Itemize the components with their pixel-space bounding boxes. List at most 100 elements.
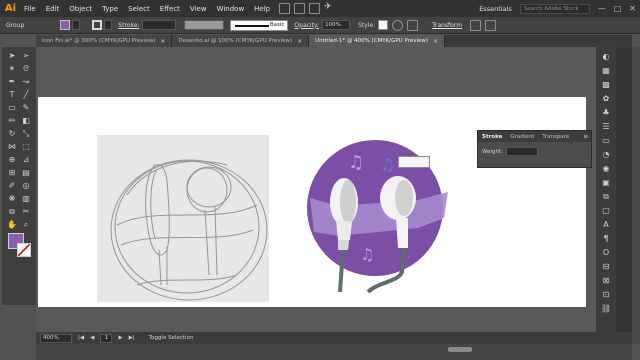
swatches-icon[interactable]: ▩ <box>600 80 612 90</box>
layers-icon[interactable]: ⧉ <box>600 192 612 202</box>
hand-icon[interactable]: ✋ <box>6 220 18 230</box>
artboards-icon[interactable]: ▢ <box>600 206 612 216</box>
prev-artboard-icon[interactable]: ◀ <box>90 335 94 341</box>
rectangle-icon[interactable]: ▭ <box>6 103 18 113</box>
variable-width-profile[interactable] <box>184 20 225 30</box>
graphic-style-swatch[interactable] <box>378 20 389 30</box>
paragraph-icon[interactable]: ¶ <box>600 234 612 244</box>
workspace-switcher[interactable]: Essentials <box>479 5 512 13</box>
selection-icon[interactable]: ➤ <box>6 51 18 61</box>
mesh-icon[interactable]: ⊞ <box>6 168 18 178</box>
menu-type[interactable]: Type <box>97 5 123 13</box>
menu-edit[interactable]: Edit <box>41 5 65 13</box>
zoom-icon[interactable]: ⌕ <box>20 220 32 230</box>
recolor-artwork-icon[interactable] <box>392 19 404 31</box>
pencil-icon[interactable]: ✏ <box>6 116 18 126</box>
last-artboard-icon[interactable]: ▶| <box>129 335 135 341</box>
zoom-level-input[interactable]: 400% <box>40 333 72 343</box>
headphones-icon-artwork[interactable]: ♫ ♫ ♫ <box>298 140 458 296</box>
next-artboard-icon[interactable]: ▶ <box>118 335 122 341</box>
stock-search-input[interactable]: Search Adobe Stock <box>519 3 590 14</box>
gradient-panel-icon[interactable]: ▭ <box>600 136 612 146</box>
menu-object[interactable]: Object <box>64 5 97 13</box>
symbols-icon[interactable]: ♣ <box>600 108 612 118</box>
color-guide-icon[interactable]: ▦ <box>600 66 612 76</box>
panel-menu-icon[interactable] <box>485 19 497 31</box>
stroke-icon[interactable]: ☰ <box>600 122 612 132</box>
appearance-icon[interactable]: ◉ <box>600 164 612 174</box>
artboard-icon[interactable]: ⧉ <box>6 207 18 217</box>
blend-icon[interactable]: ◎ <box>20 181 32 191</box>
transform-panel-icon[interactable]: ⊡ <box>600 290 612 300</box>
tab-transparency[interactable]: Transpare <box>538 134 573 140</box>
menu-effect[interactable]: Effect <box>155 5 185 13</box>
menu-window[interactable]: Window <box>212 5 250 13</box>
bridge-icon[interactable] <box>279 3 291 14</box>
close-button[interactable]: ✕ <box>629 4 636 13</box>
graphic-styles-icon[interactable]: ▣ <box>600 178 612 188</box>
tab-desenho[interactable]: Desenho.ai @ 100% (CMYK/GPU Preview) × <box>172 35 310 47</box>
panel-menu-icon[interactable]: ≡ <box>583 134 591 140</box>
menu-help[interactable]: Help <box>249 5 275 13</box>
shape-builder-icon[interactable]: ⊕ <box>6 155 18 165</box>
curvature-icon[interactable]: ↝ <box>20 77 32 87</box>
pen-icon[interactable]: ✒ <box>6 77 18 87</box>
gradient-icon[interactable]: ▤ <box>20 168 32 178</box>
maximize-button[interactable]: □ <box>614 4 622 13</box>
opacity-input[interactable]: 100% <box>322 20 351 30</box>
fill-dropdown[interactable] <box>72 20 81 30</box>
tab-close-icon[interactable]: × <box>433 38 438 45</box>
direct-selection-icon[interactable]: ➢ <box>20 51 32 61</box>
artboard-number-input[interactable]: 1 <box>100 333 113 343</box>
graph-icon[interactable]: ▥ <box>20 194 32 204</box>
menu-view[interactable]: View <box>185 5 212 13</box>
first-artboard-icon[interactable]: |◀ <box>78 335 84 341</box>
stroke-dropdown[interactable] <box>104 20 113 30</box>
line-icon[interactable]: ╱ <box>20 90 32 100</box>
stroke-swatch[interactable] <box>92 20 103 30</box>
character-icon[interactable]: A <box>600 220 612 230</box>
links-icon[interactable]: ⛓ <box>600 304 612 314</box>
slice-icon[interactable]: ✂ <box>20 207 32 217</box>
horizontal-scroll-thumb[interactable] <box>448 347 472 352</box>
menu-select[interactable]: Select <box>123 5 155 13</box>
magic-wand-icon[interactable]: ✴ <box>6 64 18 74</box>
pathfinder-icon[interactable]: ⊠ <box>600 276 612 286</box>
tab-gradient[interactable]: Gradient <box>506 134 538 140</box>
stock-icon[interactable] <box>294 3 306 14</box>
eraser-icon[interactable]: ◧ <box>20 116 32 126</box>
stroke-weight-input[interactable] <box>142 20 177 30</box>
gpu-performance-icon[interactable]: ✈ <box>324 3 335 14</box>
free-transform-icon[interactable]: ⬚ <box>20 142 32 152</box>
opacity-label[interactable]: Opacity: <box>294 22 319 29</box>
stroke-weight-field[interactable] <box>506 147 539 156</box>
minimize-button[interactable]: — <box>598 4 606 13</box>
scale-icon[interactable]: ⤡ <box>20 129 32 139</box>
perspective-icon[interactable]: ⊿ <box>20 155 32 165</box>
brush-definition[interactable]: Basic <box>230 19 289 31</box>
type-icon[interactable]: T <box>6 90 18 100</box>
rotate-icon[interactable]: ↻ <box>6 129 18 139</box>
symbol-sprayer-icon[interactable]: ❋ <box>6 194 18 204</box>
lasso-icon[interactable]: ᘓ <box>20 64 32 74</box>
tab-close-icon[interactable]: × <box>160 38 165 45</box>
paintbrush-icon[interactable]: ✎ <box>20 103 32 113</box>
align-icon[interactable]: ⊟ <box>600 262 612 272</box>
stroke-color-swatch[interactable] <box>17 243 31 257</box>
tab-untitled-1[interactable]: Untitled-1* @ 400% (CMYK/GPU Preview) × <box>309 35 446 47</box>
vertical-scrollbar[interactable] <box>632 47 640 344</box>
arrange-documents-icon[interactable] <box>309 3 321 14</box>
brushes-icon[interactable]: ✿ <box>600 94 612 104</box>
align-icon[interactable] <box>407 19 419 31</box>
tab-close-icon[interactable]: × <box>297 38 302 45</box>
tab-stroke[interactable]: Stroke <box>478 134 506 140</box>
eyedropper-icon[interactable]: ✐ <box>6 181 18 191</box>
isolate-group-icon[interactable] <box>470 19 482 31</box>
stroke-label[interactable]: Stroke: <box>118 22 139 29</box>
transparency-icon[interactable]: ◔ <box>600 150 612 160</box>
menu-file[interactable]: File <box>19 5 41 13</box>
width-icon[interactable]: ⋈ <box>6 142 18 152</box>
placed-sketch-image[interactable] <box>97 135 269 302</box>
transform-link[interactable]: Transform <box>432 22 462 29</box>
fill-swatch[interactable] <box>60 20 71 30</box>
